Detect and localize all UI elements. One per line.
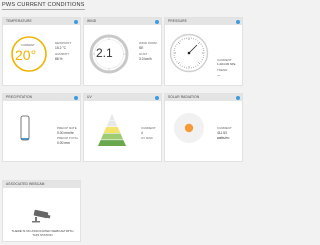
humidity-label: HUMIDITY <box>55 52 70 56</box>
wind-gust-label: GUST <box>139 52 148 56</box>
wind-card-header: WIND <box>84 18 161 25</box>
solar-current-label: CURRENT <box>217 126 232 130</box>
pressure-card-header: PRESSURE <box>165 18 242 25</box>
uv-level-layer <box>109 114 115 120</box>
info-icon[interactable] <box>236 19 240 24</box>
pressure-trend-value: — <box>217 73 221 77</box>
camera-icon <box>31 209 53 223</box>
wind-speed-value: 2.1 <box>96 46 113 60</box>
temperature-current-value: 20° <box>15 47 37 63</box>
info-icon[interactable] <box>236 95 240 100</box>
solar-card-header: SOLAR RADIATION <box>165 94 242 101</box>
webcam-message: THERE IS NO ASSOCIATED WEBCAM WITH THIS … <box>11 229 74 238</box>
temperature-card-header: TEMPERATURE <box>3 18 80 25</box>
precipitation-card-header: PRECIPITATION <box>3 94 80 101</box>
uv-current-label: CURRENT <box>141 126 156 130</box>
info-icon[interactable] <box>74 95 78 100</box>
dewpoint-value: 15.2 °C <box>55 46 67 50</box>
uv-card-header: UV <box>84 94 161 101</box>
uv-level-layer <box>100 133 124 140</box>
uv-card: UV CURRENT 4 UV RISK <box>83 93 162 162</box>
wind-direction-value: SE <box>139 46 144 50</box>
uv-level-layer <box>98 140 126 146</box>
precip-total-label: PRECIP TOTAL <box>57 136 79 140</box>
precipitation-gauge <box>20 115 30 141</box>
humidity-value: 88 % <box>55 57 63 61</box>
precip-rate-label: PRECIP RATE <box>57 126 77 130</box>
webcam-card-header: ASSOCIATED WEBCAM <box>3 181 80 188</box>
dewpoint-label: DEWPOINT <box>55 41 72 45</box>
uv-level-layer <box>106 120 118 127</box>
uv-level-layer <box>103 127 121 133</box>
uv-current-value: 4 <box>141 131 143 135</box>
page-title: PWS CURRENT CONDITIONS <box>2 2 85 10</box>
sun-icon <box>173 112 205 144</box>
precipitation-card-title: PRECIPITATION <box>6 95 33 99</box>
solar-card: SOLAR RADIATION CURRENT 411.53 watts/m² <box>164 93 243 162</box>
pressure-gauge <box>169 33 209 73</box>
uv-risk-label: UV RISK <box>141 136 154 140</box>
temperature-card: TEMPERATURE CURRENT 20° DEWPOINT 15.2 °C… <box>2 17 81 86</box>
info-icon[interactable] <box>155 19 159 24</box>
solar-card-title: SOLAR RADIATION <box>168 95 200 99</box>
uv-card-title: UV <box>87 95 92 99</box>
wind-card: WIND 2.1 WIND FROM SE GUST 3.0 km/h <box>83 17 162 86</box>
pressure-current-value: 1,024.00 hPa <box>217 62 236 66</box>
solar-current-unit: watts/m² <box>217 136 230 140</box>
precip-total-value: 0.00 mm <box>57 141 70 145</box>
wind-gust-value: 3.0 km/h <box>139 57 152 61</box>
pressure-trend-label: TREND <box>217 68 228 72</box>
solar-current-value: 411.53 <box>217 131 227 135</box>
precip-rate-value: 0.00 mm/hr <box>57 131 74 135</box>
webcam-card: ASSOCIATED WEBCAM THERE IS NO ASSOCIATED… <box>2 180 81 242</box>
info-icon[interactable] <box>74 19 78 24</box>
wind-card-title: WIND <box>87 19 97 23</box>
webcam-card-title: ASSOCIATED WEBCAM <box>6 182 45 186</box>
pressure-card-title: PRESSURE <box>168 19 187 23</box>
uv-pyramid <box>98 114 126 146</box>
temperature-card-title: TEMPERATURE <box>6 19 32 23</box>
pressure-card: PRESSURE CURRENT 1,024.00 hPa TREND — <box>164 17 243 86</box>
info-icon[interactable] <box>155 95 159 100</box>
wind-direction-label: WIND FROM <box>139 41 157 45</box>
precipitation-card: PRECIPITATION PRECIP RATE 0.00 mm/hr PRE… <box>2 93 81 162</box>
